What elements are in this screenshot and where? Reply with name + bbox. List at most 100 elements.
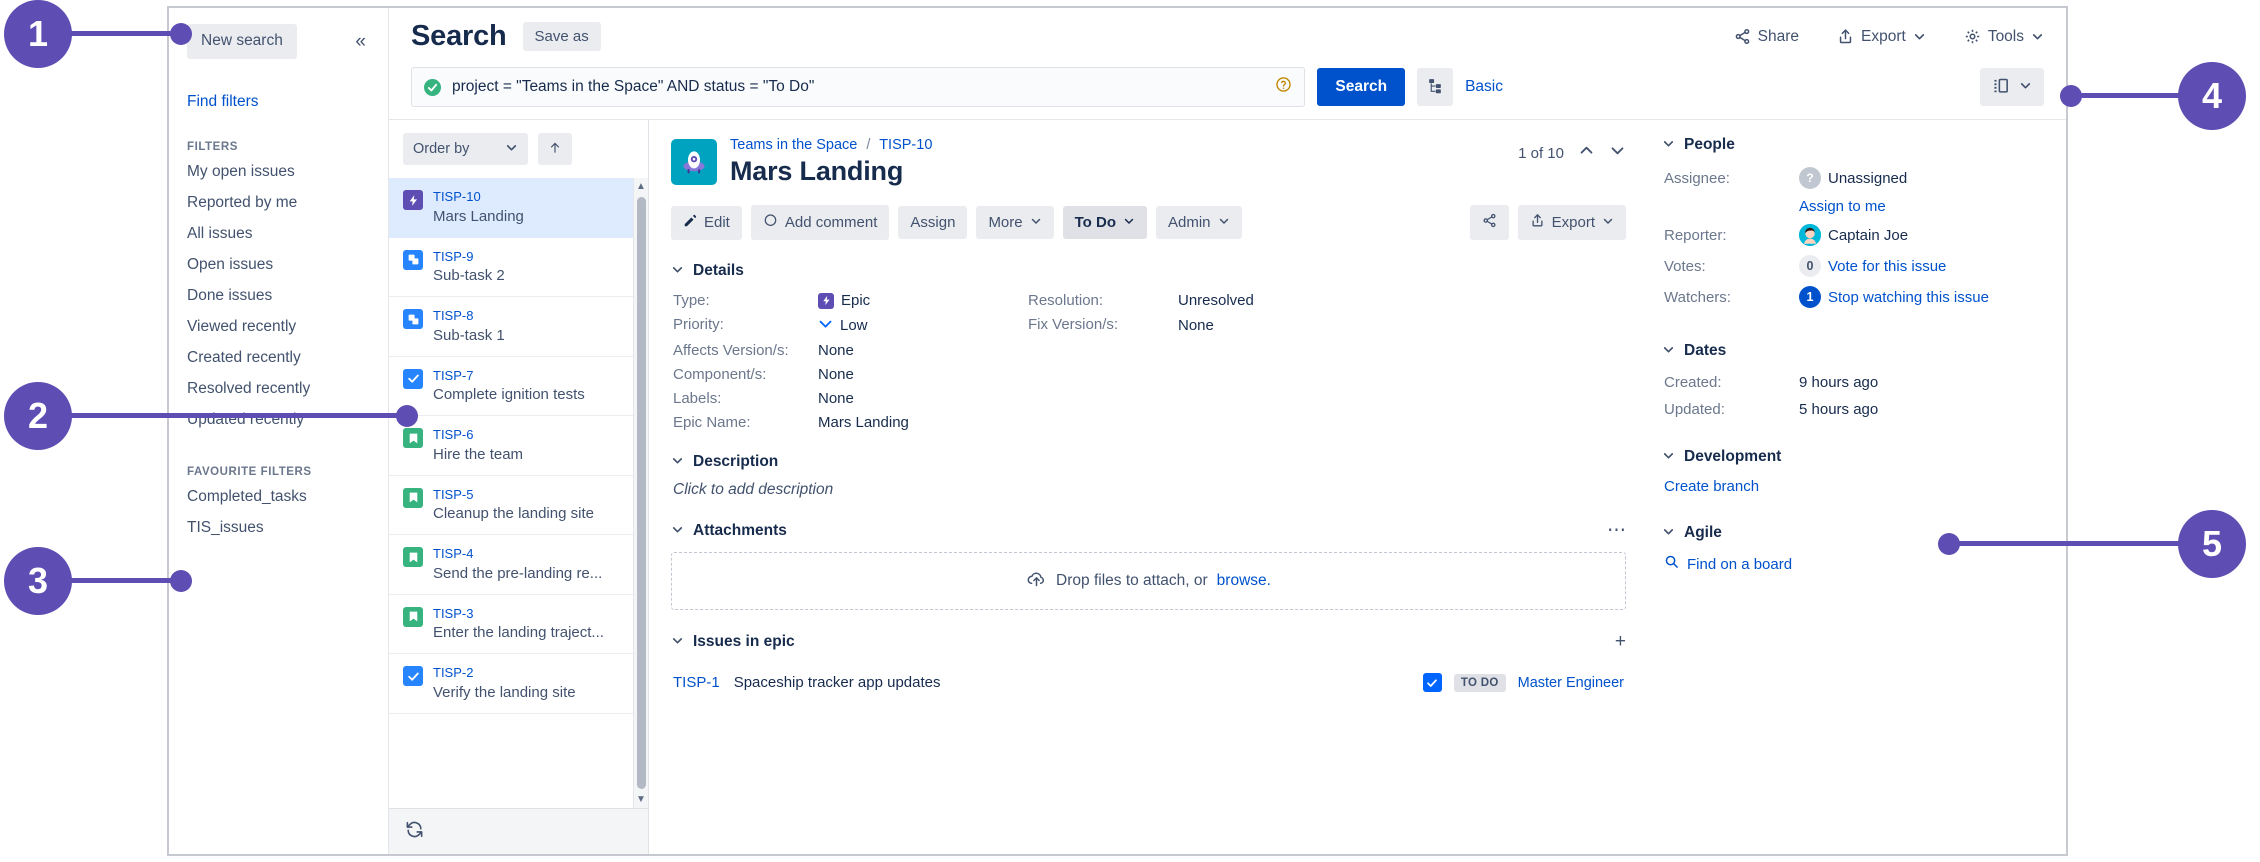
table-row[interactable]: TISP-1 Spaceship tracker app updates TO … xyxy=(671,667,1626,698)
sidebar-item-resolved-recently[interactable]: Resolved recently xyxy=(169,374,388,405)
find-on-board-link[interactable]: Find on a board xyxy=(1687,556,1792,573)
issue-key[interactable]: TISP-5 xyxy=(433,486,594,504)
epic-child-assignee[interactable]: Master Engineer xyxy=(1518,675,1624,691)
issue-key[interactable]: TISP-8 xyxy=(433,307,505,325)
breadcrumb-project[interactable]: Teams in the Space xyxy=(730,137,857,153)
reporter-name[interactable]: Captain Joe xyxy=(1828,227,1908,244)
create-branch-link[interactable]: Create branch xyxy=(1664,478,1759,495)
stop-watching-link[interactable]: Stop watching this issue xyxy=(1828,289,1989,306)
issue-key[interactable]: TISP-4 xyxy=(433,545,602,563)
issue-summary: Mars Landing xyxy=(433,207,524,225)
chevron-down-icon[interactable] xyxy=(1662,137,1675,153)
issue-key[interactable]: TISP-7 xyxy=(433,367,585,385)
ellipsis-icon[interactable]: ⋯ xyxy=(1607,521,1626,540)
details-section-header[interactable]: Details xyxy=(671,262,1626,280)
chevron-down-icon[interactable] xyxy=(671,263,684,279)
chevron-down-icon[interactable] xyxy=(671,454,684,470)
share-button[interactable]: Share xyxy=(1734,28,1799,46)
issue-key[interactable]: TISP-2 xyxy=(433,664,576,682)
add-comment-button[interactable]: Add comment xyxy=(750,205,890,240)
new-search-button[interactable]: New search xyxy=(187,24,297,59)
save-as-button[interactable]: Save as xyxy=(522,22,601,51)
list-item[interactable]: TISP-10 Mars Landing xyxy=(389,178,648,238)
issue-key[interactable]: TISP-3 xyxy=(433,605,604,623)
edit-button[interactable]: Edit xyxy=(671,205,742,240)
sidebar-item-open-issues[interactable]: Open issues xyxy=(169,250,388,281)
updated-label: Updated: xyxy=(1664,401,1725,418)
collapse-sidebar-icon[interactable]: « xyxy=(349,30,372,53)
issue-hierarchy-icon-button[interactable] xyxy=(1417,68,1454,106)
assign-button[interactable]: Assign xyxy=(898,206,968,239)
people-section-header[interactable]: People xyxy=(1662,136,2048,154)
issue-key[interactable]: TISP-10 xyxy=(433,188,524,206)
chevron-down-icon[interactable] xyxy=(671,634,684,650)
issue-key[interactable]: TISP-9 xyxy=(433,248,505,266)
browse-link[interactable]: browse. xyxy=(1217,572,1271,590)
breadcrumb-issue-key[interactable]: TISP-10 xyxy=(879,137,932,153)
list-item[interactable]: TISP-9 Sub-task 2 xyxy=(389,238,648,298)
more-menu-button[interactable]: More xyxy=(976,206,1054,239)
list-item[interactable]: TISP-2 Verify the landing site xyxy=(389,654,648,714)
development-section-header[interactable]: Development xyxy=(1662,448,2048,466)
attachments-section-header[interactable]: Attachments ⋯ xyxy=(671,521,1626,540)
callout-2-dot xyxy=(396,405,418,427)
callout-1-number: 1 xyxy=(4,0,72,68)
sidebar-item-completed-tasks[interactable]: Completed_tasks xyxy=(169,482,388,513)
sort-direction-button[interactable] xyxy=(538,133,572,165)
list-item[interactable]: TISP-6 Hire the team xyxy=(389,416,648,476)
scrollbar-thumb[interactable] xyxy=(636,197,646,789)
issue-detail-main: Teams in the Space / TISP-10 Mars Landin… xyxy=(649,120,1646,854)
sidebar-item-updated-recently[interactable]: Updated recently xyxy=(169,405,388,436)
question-circle-icon[interactable] xyxy=(1275,76,1292,98)
chevron-up-icon[interactable] xyxy=(1578,142,1595,164)
agile-section-header[interactable]: Agile xyxy=(1662,524,2048,542)
description-section-header[interactable]: Description xyxy=(671,453,1626,471)
attachment-dropzone[interactable]: Drop files to attach, or browse. xyxy=(671,552,1626,610)
assign-to-me-link[interactable]: Assign to me xyxy=(1799,198,2048,215)
jql-input[interactable]: project = "Teams in the Space" AND statu… xyxy=(452,78,1267,96)
sidebar-item-done-issues[interactable]: Done issues xyxy=(169,281,388,312)
list-item[interactable]: TISP-7 Complete ignition tests xyxy=(389,357,648,417)
priority-value: Low xyxy=(818,316,1028,335)
issue-list-scrollbar[interactable]: ▲ ▼ xyxy=(633,178,648,808)
chevron-down-icon[interactable] xyxy=(1662,449,1675,465)
find-filters-link[interactable]: Find filters xyxy=(169,93,388,111)
admin-menu-button[interactable]: Admin xyxy=(1156,206,1242,239)
epic-child-key[interactable]: TISP-1 xyxy=(673,674,720,691)
issues-in-epic-header[interactable]: Issues in epic + xyxy=(671,632,1626,651)
list-item[interactable]: TISP-4 Send the pre-landing re... xyxy=(389,535,648,595)
search-button[interactable]: Search xyxy=(1317,68,1406,106)
export-menu-button[interactable]: Export xyxy=(1837,28,1926,46)
basic-mode-link[interactable]: Basic xyxy=(1465,78,1503,96)
jql-input-wrapper[interactable]: project = "Teams in the Space" AND statu… xyxy=(411,67,1306,107)
sidebar-item-created-recently[interactable]: Created recently xyxy=(169,343,388,374)
columns-config-button[interactable] xyxy=(1980,68,2044,106)
tools-menu-button[interactable]: Tools xyxy=(1964,28,2044,46)
description-placeholder[interactable]: Click to add description xyxy=(671,481,1626,499)
order-by-dropdown[interactable]: Order by xyxy=(403,133,528,165)
chevron-down-icon[interactable] xyxy=(1609,142,1626,164)
dates-section-header[interactable]: Dates xyxy=(1662,342,2048,360)
scroll-up-arrow-icon[interactable]: ▲ xyxy=(636,178,646,195)
chevron-down-icon xyxy=(1602,214,1614,231)
status-dropdown-button[interactable]: To Do xyxy=(1062,206,1147,239)
chevron-down-icon[interactable] xyxy=(671,523,684,539)
sidebar-item-reported-by-me[interactable]: Reported by me xyxy=(169,188,388,219)
sidebar-item-viewed-recently[interactable]: Viewed recently xyxy=(169,312,388,343)
list-item[interactable]: TISP-8 Sub-task 1 xyxy=(389,297,648,357)
plus-icon[interactable]: + xyxy=(1615,632,1626,651)
scroll-down-arrow-icon[interactable]: ▼ xyxy=(636,791,646,808)
refresh-icon[interactable] xyxy=(405,820,424,844)
list-item[interactable]: TISP-5 Cleanup the landing site xyxy=(389,476,648,536)
chevron-down-icon[interactable] xyxy=(1662,525,1675,541)
issue-share-button[interactable] xyxy=(1469,205,1509,240)
filters-heading: FILTERS xyxy=(187,140,238,153)
issue-export-button[interactable]: Export xyxy=(1517,205,1626,240)
sidebar-item-all-issues[interactable]: All issues xyxy=(169,219,388,250)
issue-key[interactable]: TISP-6 xyxy=(433,426,523,444)
vote-link[interactable]: Vote for this issue xyxy=(1828,258,1946,275)
sidebar-item-my-open-issues[interactable]: My open issues xyxy=(169,157,388,188)
sidebar-item-tis-issues[interactable]: TIS_issues xyxy=(169,513,388,544)
list-item[interactable]: TISP-3 Enter the landing traject... xyxy=(389,595,648,655)
chevron-down-icon[interactable] xyxy=(1662,343,1675,359)
